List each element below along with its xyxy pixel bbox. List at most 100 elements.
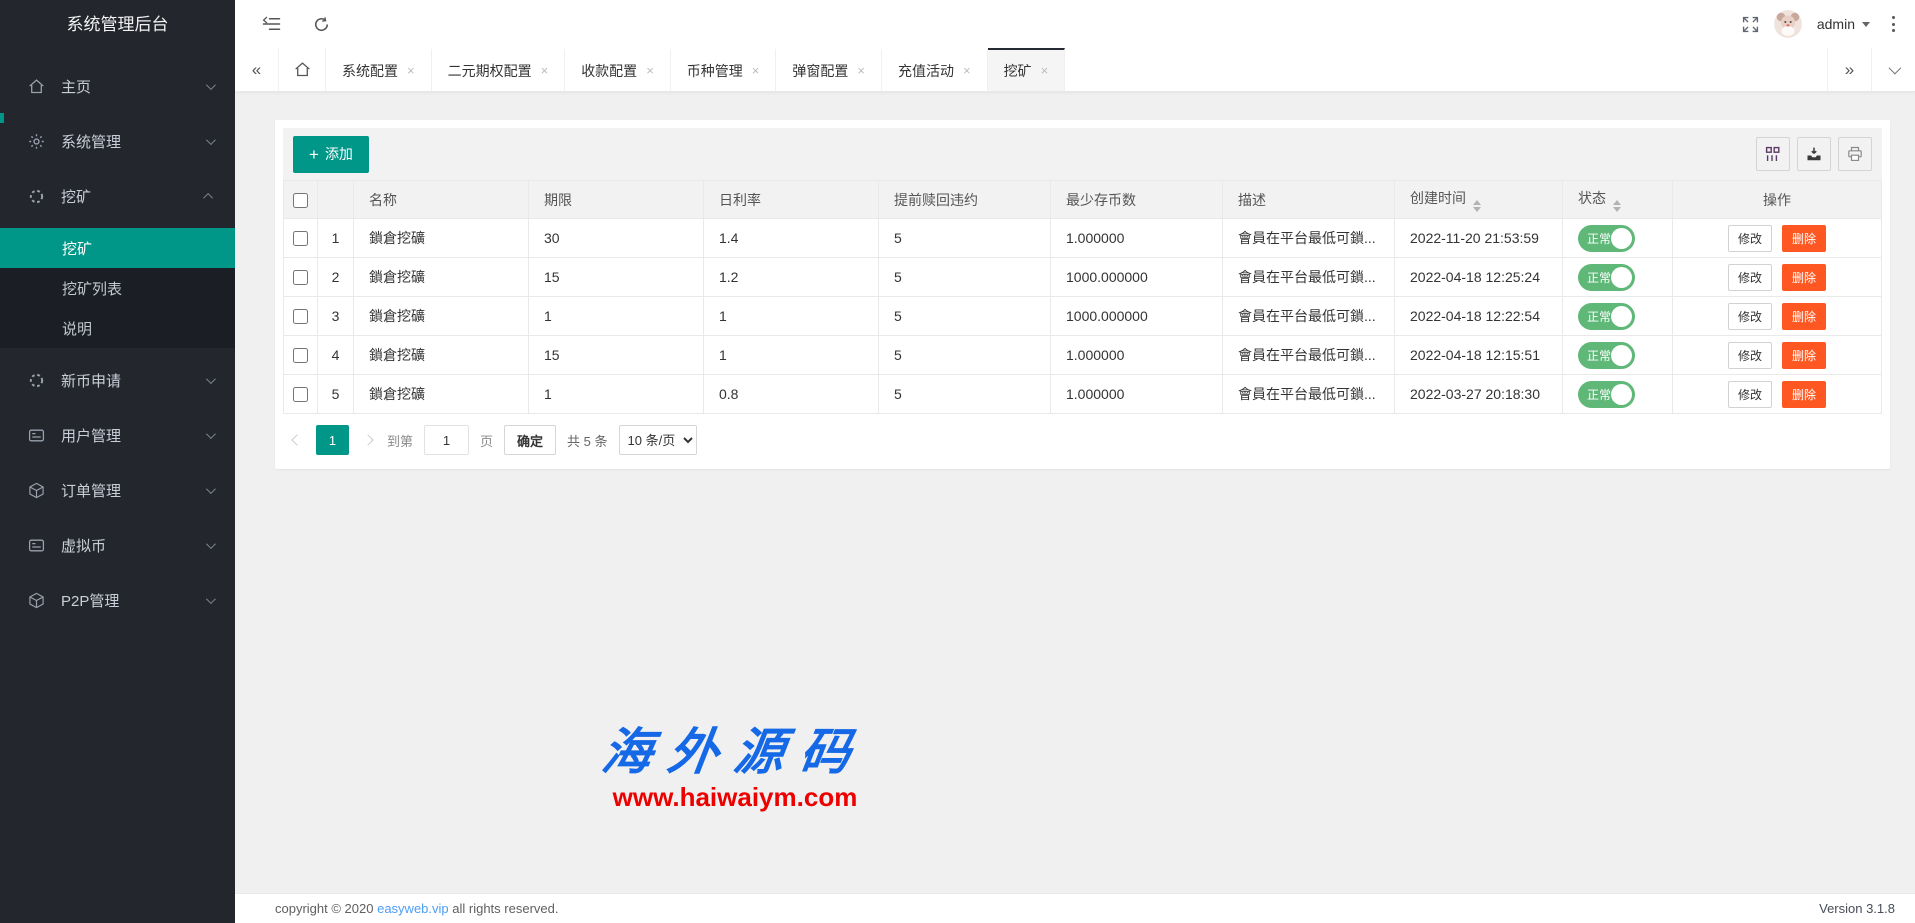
sidebar-item-order-mgmt[interactable]: 订单管理 (0, 467, 235, 513)
cell-name: 鎖倉挖礦 (354, 336, 529, 375)
edit-button[interactable]: 修改 (1728, 264, 1772, 291)
status-label: 正常 (1587, 230, 1611, 247)
delete-button[interactable]: 删除 (1782, 342, 1826, 369)
delete-button[interactable]: 删除 (1782, 381, 1826, 408)
sidebar-item-mining[interactable]: 挖矿 (0, 173, 235, 219)
cell-checkbox (284, 297, 318, 336)
close-icon[interactable]: × (857, 64, 865, 77)
close-icon[interactable]: × (541, 64, 549, 77)
sort-icon[interactable] (1613, 200, 1621, 212)
status-toggle[interactable]: 正常 (1578, 342, 1635, 369)
sidebar-item-virtual-coin[interactable]: 虚拟币 (0, 522, 235, 568)
row-checkbox[interactable] (293, 270, 308, 285)
cell-min-deposit: 1.000000 (1051, 336, 1223, 375)
tabs-menu-button[interactable] (1871, 48, 1915, 91)
user-menu[interactable]: admin (1817, 16, 1870, 32)
tab-system-config[interactable]: 系统配置× (326, 48, 432, 91)
add-button[interactable]: + 添加 (293, 136, 369, 173)
sidebar-toggle-icon[interactable] (262, 16, 281, 32)
delete-button[interactable]: 删除 (1782, 225, 1826, 252)
tab-recharge-activity[interactable]: 充值活动× (882, 48, 988, 91)
cell-checkbox (284, 375, 318, 414)
confirm-page-button[interactable]: 确定 (504, 425, 556, 455)
tab-mining[interactable]: 挖矿× (988, 48, 1066, 91)
column-filter-button[interactable] (1756, 137, 1790, 171)
sidebar-item-user-mgmt[interactable]: 用户管理 (0, 412, 235, 458)
sidebar-item-p2p-mgmt[interactable]: P2P管理 (0, 577, 235, 623)
easyweb-link[interactable]: easyweb.vip (377, 901, 449, 916)
status-toggle[interactable]: 正常 (1578, 264, 1635, 291)
cell-description: 會員在平台最低可鎖... (1223, 258, 1395, 297)
edit-button[interactable]: 修改 (1728, 342, 1772, 369)
cell-early-penalty: 5 (879, 297, 1051, 336)
edit-button[interactable]: 修改 (1728, 225, 1772, 252)
cube-icon (27, 591, 45, 609)
burst-icon (27, 371, 45, 389)
status-label: 正常 (1587, 308, 1611, 325)
row-checkbox[interactable] (293, 348, 308, 363)
print-button[interactable] (1838, 137, 1872, 171)
delete-button[interactable]: 删除 (1782, 303, 1826, 330)
sidebar-item-label: 主页 (61, 76, 206, 97)
prev-page-button[interactable] (289, 425, 305, 455)
tab-payment-config[interactable]: 收款配置× (565, 48, 671, 91)
refresh-icon[interactable] (313, 16, 330, 33)
plus-icon: + (309, 146, 319, 163)
sort-icon[interactable] (1473, 200, 1481, 212)
cell-description: 會員在平台最低可鎖... (1223, 219, 1395, 258)
watermark-title: 海外源码 (480, 712, 990, 784)
status-toggle[interactable]: 正常 (1578, 381, 1635, 408)
topbar-left (262, 16, 330, 33)
status-toggle[interactable]: 正常 (1578, 303, 1635, 330)
export-button[interactable] (1797, 137, 1831, 171)
cell-description: 會員在平台最低可鎖... (1223, 297, 1395, 336)
avatar[interactable] (1774, 10, 1802, 38)
tab-coin-mgmt[interactable]: 币种管理× (671, 48, 777, 91)
close-icon[interactable]: × (752, 64, 760, 77)
cell-checkbox (284, 336, 318, 375)
tabs-scroll-right-button[interactable]: » (1827, 48, 1871, 91)
delete-button[interactable]: 删除 (1782, 264, 1826, 291)
next-page-button[interactable] (360, 425, 376, 455)
cell-term: 30 (529, 219, 704, 258)
tab-label: 二元期权配置 (448, 61, 532, 81)
sidebar-item-new-coin[interactable]: 新币申请 (0, 357, 235, 403)
tab-home[interactable] (279, 48, 326, 91)
close-icon[interactable]: × (407, 64, 415, 77)
fullscreen-icon[interactable] (1742, 16, 1759, 33)
status-label: 正常 (1587, 386, 1611, 403)
sidebar-subitem-mining[interactable]: 挖矿 (0, 228, 235, 268)
table-toolbar: + 添加 (283, 128, 1882, 180)
status-label: 正常 (1587, 347, 1611, 364)
sidebar-item-home[interactable]: 主页 (0, 63, 235, 109)
row-checkbox[interactable] (293, 309, 308, 324)
status-toggle[interactable]: 正常 (1578, 225, 1635, 252)
goto-label: 到第 (387, 431, 413, 450)
sidebar-subitem-instructions[interactable]: 说明 (0, 308, 235, 348)
column-header-created-at[interactable]: 创建时间 (1395, 181, 1563, 219)
edit-button[interactable]: 修改 (1728, 381, 1772, 408)
sidebar-item-system-mgmt[interactable]: 系统管理 (0, 118, 235, 164)
row-checkbox[interactable] (293, 387, 308, 402)
column-header-status[interactable]: 状态 (1563, 181, 1673, 219)
tab-popup-config[interactable]: 弹窗配置× (776, 48, 882, 91)
more-menu-icon[interactable] (1885, 15, 1901, 34)
goto-page-input[interactable] (424, 425, 469, 455)
tab-binary-option-config[interactable]: 二元期权配置 × (432, 48, 566, 91)
cell-checkbox (284, 258, 318, 297)
close-icon[interactable]: × (1041, 64, 1049, 77)
close-icon[interactable]: × (963, 64, 971, 77)
column-header-description: 描述 (1223, 181, 1395, 219)
sidebar-item-label: 挖矿 (61, 186, 206, 207)
sidebar-subitem-mining-list[interactable]: 挖矿列表 (0, 268, 235, 308)
status-label: 正常 (1587, 269, 1611, 286)
row-checkbox[interactable] (293, 231, 308, 246)
card-icon (27, 426, 45, 444)
page-size-select[interactable]: 10 条/页 (619, 425, 697, 455)
close-icon[interactable]: × (646, 64, 654, 77)
tabs-scroll-left-button[interactable]: « (235, 48, 279, 91)
select-all-checkbox[interactable] (293, 193, 308, 208)
edit-button[interactable]: 修改 (1728, 303, 1772, 330)
cell-checkbox (284, 219, 318, 258)
current-page-button[interactable]: 1 (316, 425, 349, 455)
